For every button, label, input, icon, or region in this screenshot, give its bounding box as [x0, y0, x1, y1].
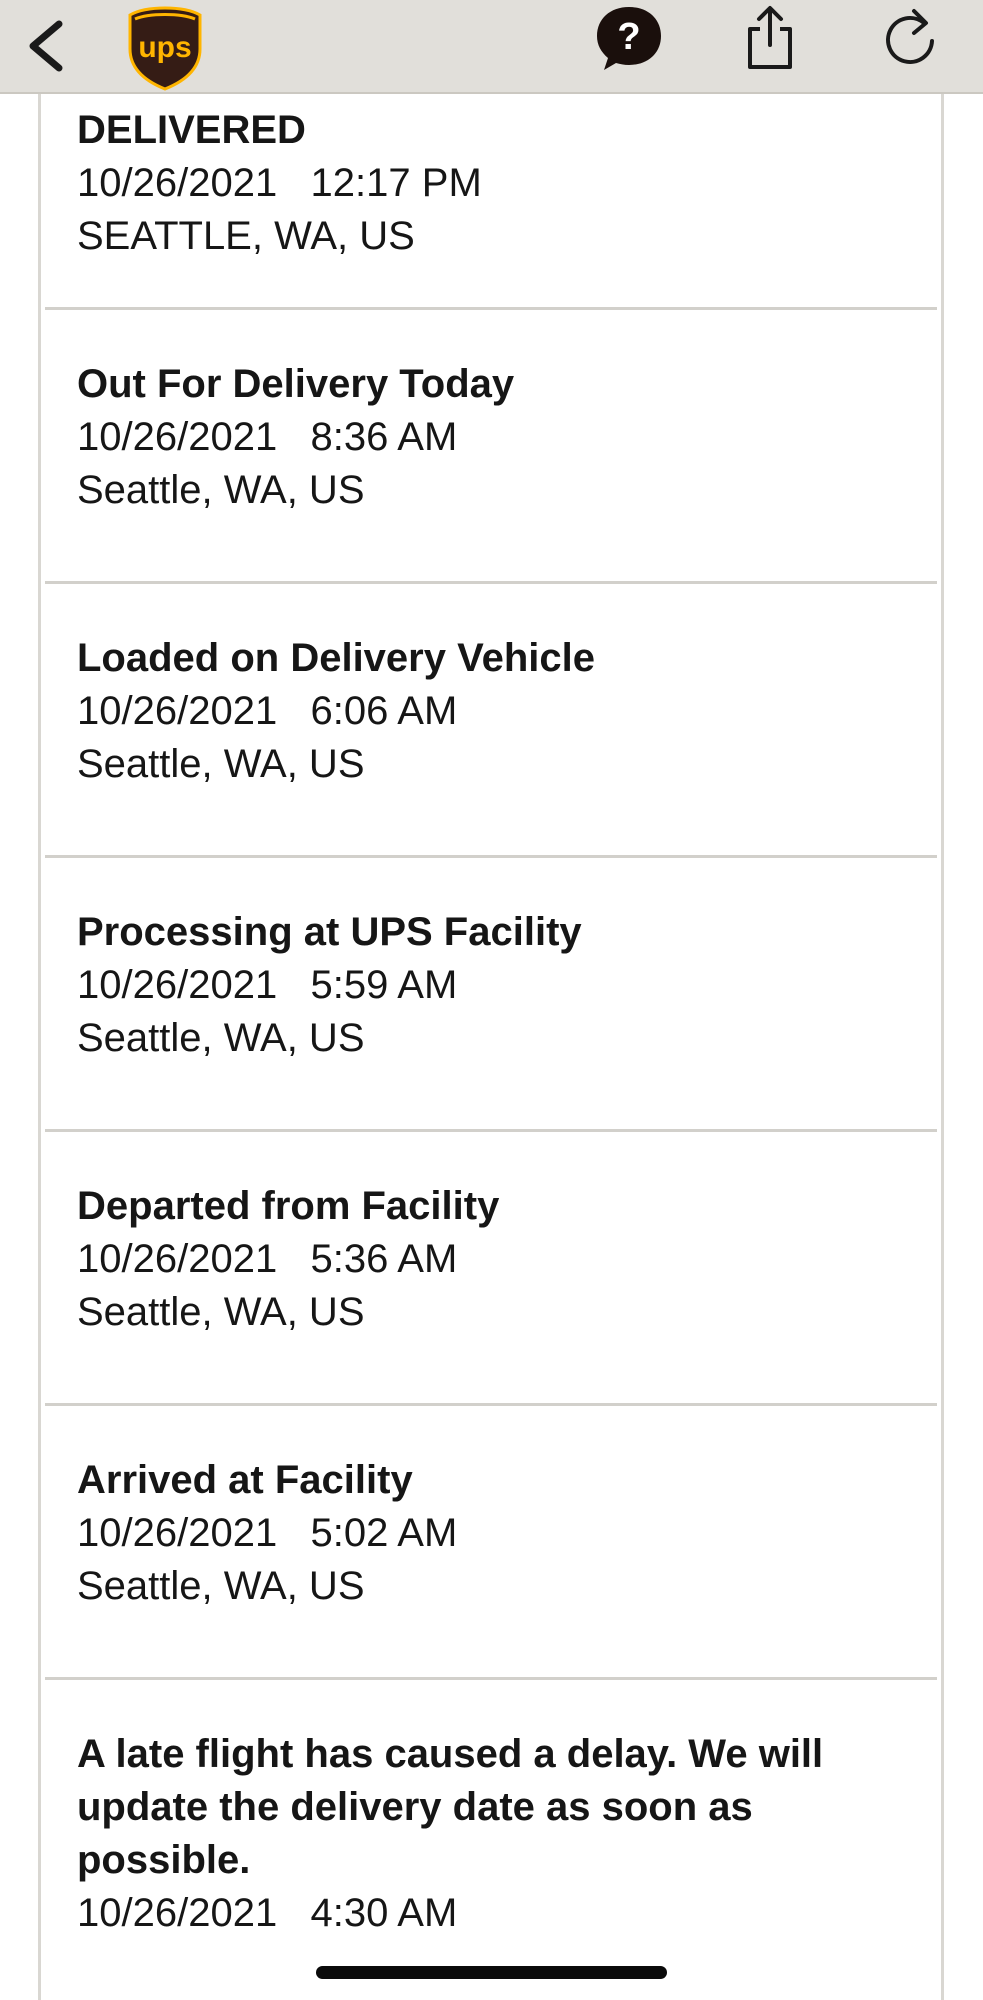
event-date: 10/26/2021	[77, 161, 278, 205]
event-date: 10/26/2021	[77, 1237, 278, 1281]
question-bubble-icon: ?	[597, 7, 661, 70]
refresh-button[interactable]	[870, 0, 950, 76]
event-location: Seattle, WA, US	[77, 1290, 365, 1334]
event-time: 5:36 AM	[310, 1237, 458, 1281]
event-status: Out For Delivery Today	[77, 362, 515, 406]
event-date: 10/26/2021	[77, 415, 278, 459]
event-date: 10/26/2021	[77, 689, 278, 733]
ups-logo: ups	[126, 4, 204, 92]
event-date: 10/26/2021	[77, 1891, 278, 1935]
tracking-event: Out For Delivery Today 10/26/2021 8:36 A…	[45, 310, 937, 584]
event-time: 5:59 AM	[310, 963, 458, 1007]
share-icon	[748, 6, 792, 69]
svg-text:?: ?	[617, 16, 640, 58]
tracking-event: Processing at UPS Facility 10/26/2021 5:…	[45, 858, 937, 1132]
event-date: 10/26/2021	[77, 1511, 278, 1555]
event-time: 12:17 PM	[310, 161, 482, 205]
logo-text: ups	[138, 31, 191, 64]
event-location: Seattle, WA, US	[77, 1564, 365, 1608]
back-button[interactable]	[10, 0, 80, 92]
home-indicator[interactable]	[316, 1966, 667, 1979]
event-datetime: 10/26/2021 5:59 AM	[77, 959, 917, 1012]
event-datetime: 10/26/2021 8:36 AM	[77, 411, 917, 464]
event-status: Departed from Facility	[77, 1184, 500, 1228]
event-datetime: 10/26/2021 4:30 AM	[77, 1887, 917, 1940]
event-status: DELIVERED	[77, 108, 306, 152]
event-location: SEATTLE, WA, US	[77, 214, 415, 258]
chevron-left-icon	[29, 20, 63, 72]
share-button[interactable]	[730, 0, 810, 76]
event-status: Arrived at Facility	[77, 1458, 413, 1502]
tracking-event: Loaded on Delivery Vehicle 10/26/2021 6:…	[45, 584, 937, 858]
tracking-event: A late flight has caused a delay. We wil…	[45, 1680, 937, 1940]
refresh-icon	[886, 9, 934, 64]
event-time: 5:02 AM	[310, 1511, 458, 1555]
event-time: 4:30 AM	[310, 1891, 458, 1935]
tracking-event: DELIVERED 10/26/2021 12:17 PM SEATTLE, W…	[45, 94, 937, 310]
tracking-event: Arrived at Facility 10/26/2021 5:02 AM S…	[45, 1406, 937, 1680]
navigation-bar: ups ?	[0, 0, 983, 94]
event-date: 10/26/2021	[77, 963, 278, 1007]
event-status: Loaded on Delivery Vehicle	[77, 636, 595, 680]
event-location: Seattle, WA, US	[77, 1016, 365, 1060]
event-status: Processing at UPS Facility	[77, 910, 582, 954]
event-datetime: 10/26/2021 6:06 AM	[77, 685, 917, 738]
event-status: A late flight has caused a delay. We wil…	[77, 1732, 824, 1882]
tracking-history-list: DELIVERED 10/26/2021 12:17 PM SEATTLE, W…	[38, 94, 944, 2000]
event-datetime: 10/26/2021 5:36 AM	[77, 1233, 917, 1286]
event-time: 6:06 AM	[310, 689, 458, 733]
event-datetime: 10/26/2021 12:17 PM	[77, 157, 917, 210]
event-time: 8:36 AM	[310, 415, 458, 459]
event-location: Seattle, WA, US	[77, 468, 365, 512]
event-datetime: 10/26/2021 5:02 AM	[77, 1507, 917, 1560]
help-button[interactable]: ?	[586, 0, 672, 76]
tracking-event: Departed from Facility 10/26/2021 5:36 A…	[45, 1132, 937, 1406]
event-location: Seattle, WA, US	[77, 742, 365, 786]
